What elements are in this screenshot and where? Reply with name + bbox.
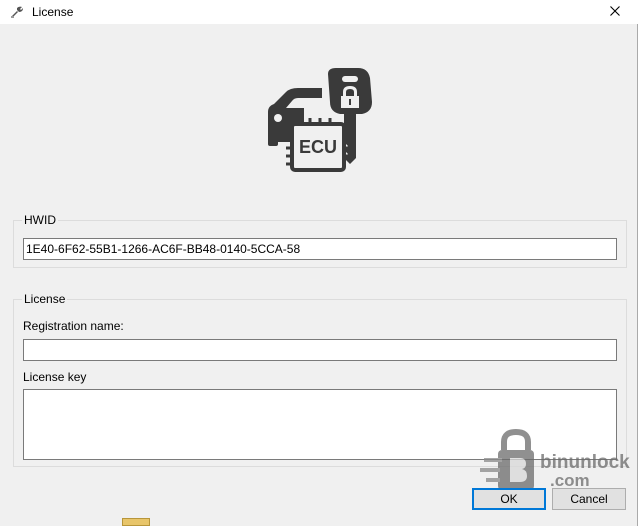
registration-name-label: Registration name:	[23, 319, 124, 333]
license-group-legend: License	[22, 292, 68, 306]
license-dialog: License ECU HWID 1E40-6F62-55B1-1266-AC6…	[0, 0, 638, 526]
window-title: License	[32, 5, 74, 19]
license-key-label: License key	[23, 370, 87, 384]
watermark-line1: binunlock	[540, 452, 630, 473]
hwid-field[interactable]	[23, 238, 617, 260]
watermark-text: binunlock .com	[540, 452, 630, 490]
ok-button[interactable]: OK	[472, 488, 546, 510]
cancel-button[interactable]: Cancel	[552, 488, 626, 510]
ecu-key-icon: ECU	[264, 68, 376, 172]
background-window-edge	[638, 0, 644, 526]
close-button[interactable]	[592, 0, 638, 24]
title-bar[interactable]: License	[0, 0, 638, 24]
logo-ecu-text: ECU	[299, 137, 337, 157]
taskbar-folder-icon[interactable]	[122, 518, 150, 526]
hwid-group-legend: HWID	[22, 213, 58, 227]
tool-icon	[10, 5, 24, 19]
registration-name-field[interactable]	[23, 339, 617, 361]
close-icon	[610, 5, 620, 19]
